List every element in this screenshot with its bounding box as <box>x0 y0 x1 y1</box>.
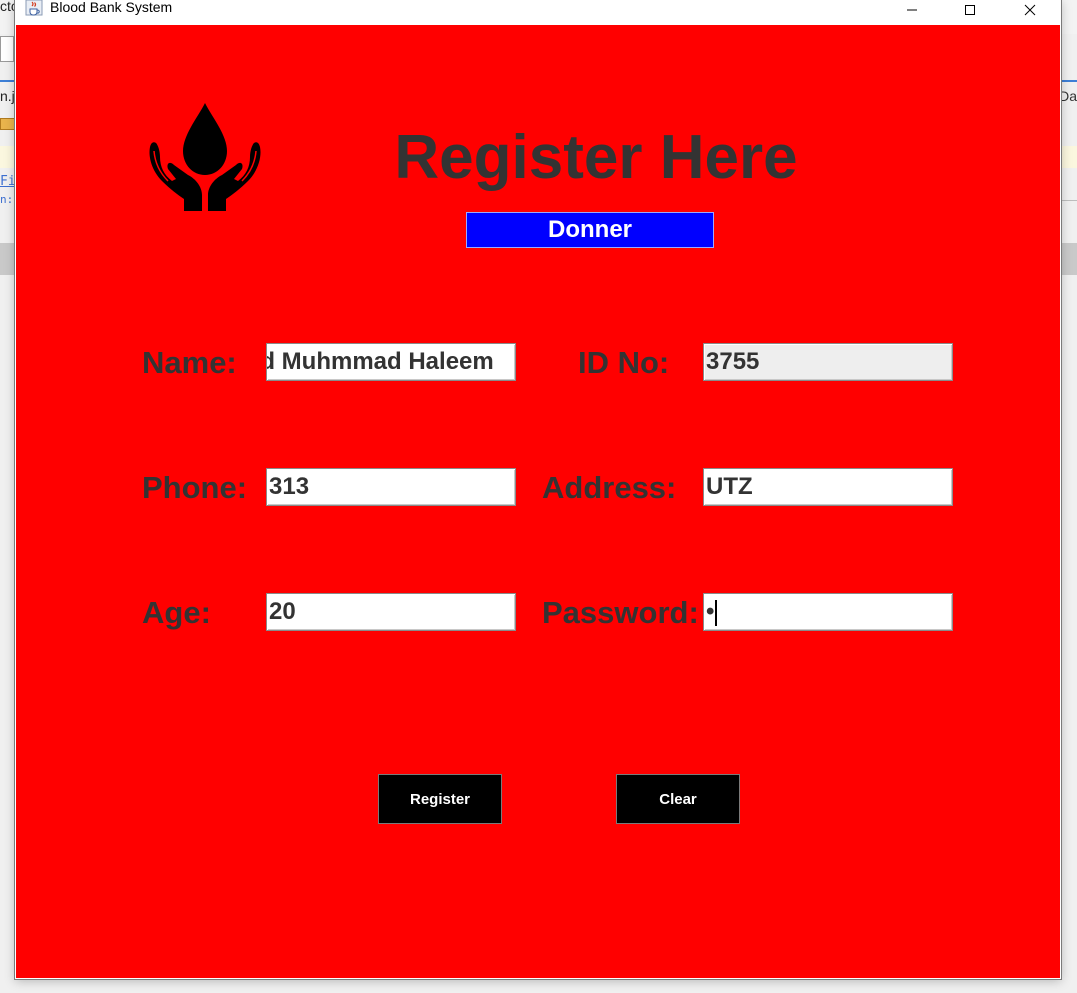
name-value: ed Muhmmad Haleem <box>266 348 494 375</box>
text-caret <box>715 599 718 626</box>
minimize-icon <box>907 9 917 11</box>
role-badge: Donner <box>466 212 714 248</box>
age-label: Age: <box>142 595 211 630</box>
phone-label: Phone: <box>142 470 248 505</box>
address-field[interactable]: UTZ <box>703 468 953 506</box>
name-label: Name: <box>142 345 237 380</box>
phone-value: 313 <box>269 473 310 500</box>
maximize-button[interactable] <box>947 0 993 20</box>
close-icon <box>1024 4 1036 16</box>
background-status-band-right <box>1060 243 1077 275</box>
background-text-fragment: n: <box>0 193 14 206</box>
background-tab-indicator <box>0 80 16 82</box>
id-field[interactable]: 3755 <box>703 343 953 381</box>
page-title: Register Here <box>394 123 798 192</box>
address-label: Address: <box>542 470 677 505</box>
password-value: • <box>706 598 715 625</box>
address-value: UTZ <box>706 473 753 500</box>
window-title: Blood Bank System <box>50 0 173 15</box>
background-tab-indicator-right <box>1060 80 1077 82</box>
background-toolbar-icon <box>0 118 16 130</box>
phone-field[interactable]: 313 <box>266 468 516 506</box>
password-field[interactable]: • <box>703 593 953 631</box>
register-button[interactable]: Register <box>378 774 502 824</box>
java-cup-icon <box>25 0 43 16</box>
background-dropdown <box>0 36 14 62</box>
age-value: 20 <box>269 598 296 625</box>
close-button[interactable] <box>1007 0 1053 20</box>
registration-panel: Register Here Donner Name: ed Muhmmad Ha… <box>16 25 1060 978</box>
app-window: Blood Bank System Register Here Donner N… <box>15 0 1061 979</box>
title-bar[interactable]: Blood Bank System <box>15 0 1061 25</box>
name-field[interactable]: ed Muhmmad Haleem <box>266 343 516 381</box>
id-value: 3755 <box>706 348 760 375</box>
age-field[interactable]: 20 <box>266 593 516 631</box>
clear-button[interactable]: Clear <box>616 774 740 824</box>
blood-drop-hands-icon <box>146 99 264 213</box>
minimize-button[interactable] <box>889 0 935 20</box>
maximize-icon <box>965 5 975 15</box>
background-link-fragment: Fi <box>0 174 16 189</box>
id-label: ID No: <box>578 345 670 380</box>
background-divider-right <box>1060 200 1077 201</box>
password-label: Password: <box>542 595 699 630</box>
